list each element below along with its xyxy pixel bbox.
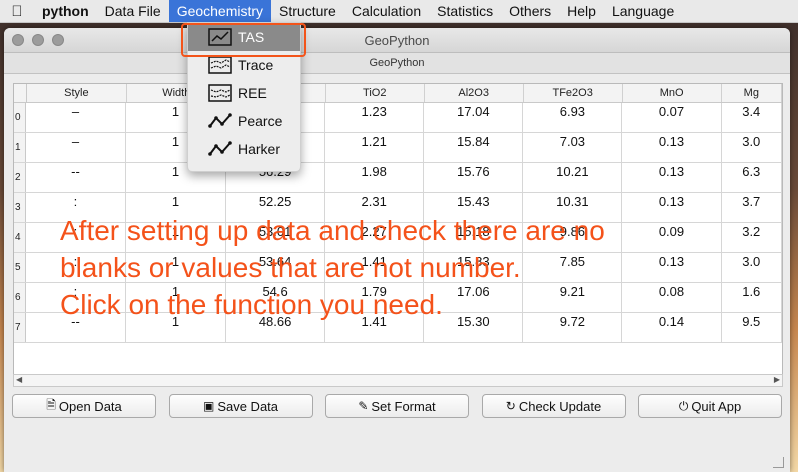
table-cell[interactable]: -- <box>26 163 126 192</box>
row-header[interactable]: 3 <box>14 193 26 222</box>
menu-data-file[interactable]: Data File <box>97 0 169 22</box>
ree-icon <box>208 84 232 102</box>
window-titlebar[interactable]: GeoPython <box>4 28 790 53</box>
row-header[interactable]: 5 <box>14 253 26 282</box>
table-cell[interactable]: 10.21 <box>523 163 623 192</box>
check-update-label: Check Update <box>518 398 602 414</box>
table-cell[interactable]: 15.84 <box>424 133 524 162</box>
table-header: Style Width TiO2 Al2O3 TFe2O3 MnO Mg <box>14 84 782 103</box>
menu-python[interactable]: python <box>34 0 97 22</box>
menu-item-label: Trace <box>238 57 274 73</box>
window-title: GeoPython <box>364 33 430 48</box>
table-cell[interactable]: 1.23 <box>325 103 425 132</box>
menu-item-label: Pearce <box>238 113 283 129</box>
window-subtitle: GeoPython <box>4 53 790 74</box>
table-cell[interactable]: 0.13 <box>622 163 722 192</box>
table-cell[interactable]: 3.4 <box>722 103 782 132</box>
menu-language[interactable]: Language <box>604 0 682 22</box>
table-row: 0–1 1.23 17.04 6.93 0.07 3.4 <box>14 103 782 133</box>
menu-bar:  python Data File Geochemistry Structur… <box>0 0 798 23</box>
row-header[interactable]: 4 <box>14 223 26 252</box>
row-header[interactable]: 7 <box>14 313 26 342</box>
table-cell[interactable]: 1.98 <box>325 163 425 192</box>
apple-menu-icon[interactable]:  <box>0 3 34 20</box>
row-header[interactable]: 0 <box>14 103 26 132</box>
quit-app-label: Quit App <box>691 398 742 414</box>
tas-highlight-box <box>181 23 306 57</box>
table-cell[interactable]: 15.76 <box>424 163 524 192</box>
open-data-label: Open Data <box>58 398 122 414</box>
menu-structure[interactable]: Structure <box>271 0 344 22</box>
annotation-line: Click on the function you need. <box>60 289 443 320</box>
check-update-button[interactable]: ↻ Check Update <box>481 394 626 418</box>
button-bar: 🗎 Open Data ▣ Save Data ✎ Set Format ↻ C… <box>12 394 782 418</box>
table-cell[interactable]: 6.93 <box>523 103 623 132</box>
edit-icon: ✎ <box>358 399 369 413</box>
column-header[interactable]: Style <box>27 84 127 102</box>
row-header[interactable]: 6 <box>14 283 26 312</box>
harker-icon <box>208 141 232 156</box>
column-header[interactable]: TFe2O3 <box>524 84 623 102</box>
refresh-icon: ↻ <box>505 399 516 413</box>
save-icon: ▣ <box>202 399 215 413</box>
menu-help[interactable]: Help <box>559 0 604 22</box>
menu-statistics[interactable]: Statistics <box>429 0 501 22</box>
annotation-line: blanks or values that are not number. <box>60 252 521 283</box>
table-row: 1–1 1.21 15.84 7.03 0.13 3.0 <box>14 133 782 163</box>
set-format-button[interactable]: ✎ Set Format <box>325 394 469 418</box>
table-cell[interactable]: 1.21 <box>325 133 425 162</box>
scroll-left-icon[interactable]: ◀ <box>16 375 22 384</box>
menu-item-label: Harker <box>238 141 281 157</box>
column-header[interactable]: TiO2 <box>326 84 425 102</box>
pearce-icon <box>208 113 232 128</box>
quit-app-button[interactable]: ⏻ Quit App <box>638 394 782 418</box>
menu-item-ree[interactable]: REE <box>188 79 300 107</box>
instruction-annotation: After setting up data and check there ar… <box>60 212 780 323</box>
table-cell[interactable]: 0.07 <box>622 103 722 132</box>
table-cell[interactable]: – <box>26 103 126 132</box>
table-cell[interactable]: 7.03 <box>523 133 623 162</box>
table-cell[interactable]: 0.13 <box>622 133 722 162</box>
set-format-label: Set Format <box>371 398 436 414</box>
column-header[interactable]: MnO <box>623 84 722 102</box>
save-data-button[interactable]: ▣ Save Data <box>168 394 313 418</box>
open-data-button[interactable]: 🗎 Open Data <box>12 394 156 418</box>
row-header[interactable]: 1 <box>14 133 26 162</box>
annotation-line: After setting up data and check there ar… <box>60 215 605 246</box>
table-cell[interactable]: 17.04 <box>424 103 524 132</box>
row-header[interactable]: 2 <box>14 163 26 192</box>
table-cell[interactable]: 3.0 <box>722 133 782 162</box>
table-corner[interactable] <box>14 84 27 102</box>
resize-handle[interactable] <box>773 457 784 468</box>
column-header[interactable]: Mg <box>722 84 782 102</box>
table-row: 2--156.291.9815.7610.210.136.3 <box>14 163 782 193</box>
save-data-label: Save Data <box>217 398 279 414</box>
menu-calculation[interactable]: Calculation <box>344 0 429 22</box>
scroll-right-icon[interactable]: ▶ <box>774 375 780 384</box>
table-cell[interactable]: – <box>26 133 126 162</box>
menu-geochemistry[interactable]: Geochemistry <box>168 0 272 22</box>
menu-item-harker[interactable]: Harker <box>188 135 300 163</box>
power-icon: ⏻ <box>678 398 689 413</box>
menu-item-pearce[interactable]: Pearce <box>188 107 300 135</box>
document-icon: 🗎 <box>46 397 56 412</box>
menu-others[interactable]: Others <box>501 0 559 22</box>
menu-item-label: REE <box>238 85 267 101</box>
column-header[interactable]: Al2O3 <box>425 84 524 102</box>
horizontal-scrollbar[interactable]: ◀ ▶ <box>13 374 783 387</box>
trace-icon <box>208 56 232 74</box>
table-cell[interactable]: 6.3 <box>722 163 782 192</box>
